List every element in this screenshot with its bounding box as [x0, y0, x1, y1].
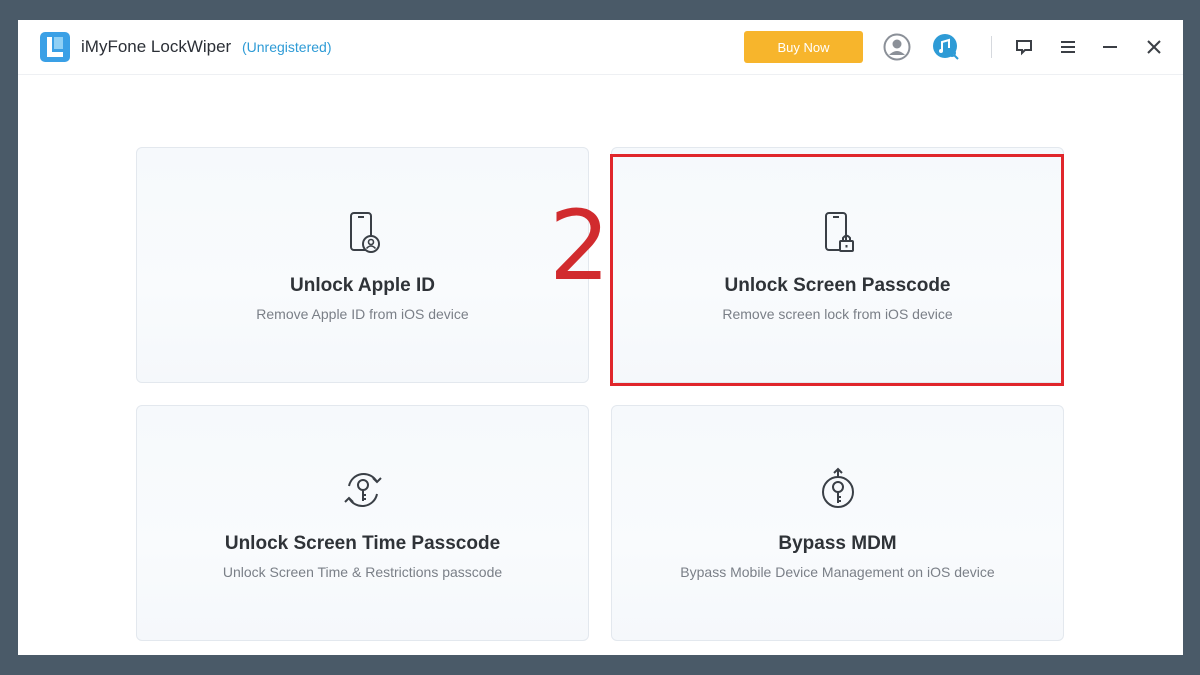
card-title: Unlock Screen Time Passcode	[224, 533, 501, 554]
registration-status[interactable]: (Unregistered)	[242, 39, 331, 55]
key-bypass-icon	[821, 467, 854, 508]
unlock-screen-passcode-card[interactable]: Unlock Screen Passcode Remove screen loc…	[611, 147, 1064, 383]
close-icon[interactable]	[1140, 33, 1168, 61]
step-number-annotation: 2	[549, 190, 611, 302]
card-description: Unlock Screen Time & Restrictions passco…	[222, 564, 503, 580]
app-logo-icon	[40, 32, 70, 62]
card-title: Unlock Apple ID	[290, 275, 435, 296]
user-account-icon[interactable]	[883, 33, 911, 61]
phone-user-icon	[349, 212, 380, 253]
card-title: Bypass MDM	[778, 533, 897, 554]
music-search-icon[interactable]	[932, 33, 960, 61]
minimize-icon[interactable]	[1096, 33, 1124, 61]
card-description: Remove screen lock from iOS device	[722, 306, 953, 322]
buy-now-button[interactable]: Buy Now	[744, 31, 863, 63]
card-title: Unlock Screen Passcode	[724, 275, 951, 296]
app-title: iMyFone LockWiper	[81, 37, 232, 56]
bypass-mdm-card[interactable]: Bypass MDM Bypass Mobile Device Manageme…	[611, 405, 1064, 641]
unlock-screen-time-passcode-card[interactable]: Unlock Screen Time Passcode Unlock Scree…	[136, 405, 589, 641]
key-cycle-icon	[343, 472, 382, 508]
phone-lock-icon	[824, 212, 854, 252]
title-bar: iMyFone LockWiper (Unregistered) Buy Now	[18, 20, 1183, 75]
titlebar-divider	[991, 36, 992, 58]
unlock-apple-id-card[interactable]: Unlock Apple ID Remove Apple ID from iOS…	[136, 147, 589, 383]
feedback-icon[interactable]	[1010, 33, 1038, 61]
card-description: Remove Apple ID from iOS device	[256, 306, 469, 322]
card-description: Bypass Mobile Device Management on iOS d…	[680, 564, 995, 580]
menu-icon[interactable]	[1054, 33, 1082, 61]
app-window: iMyFone LockWiper (Unregistered) Buy Now	[18, 20, 1183, 655]
